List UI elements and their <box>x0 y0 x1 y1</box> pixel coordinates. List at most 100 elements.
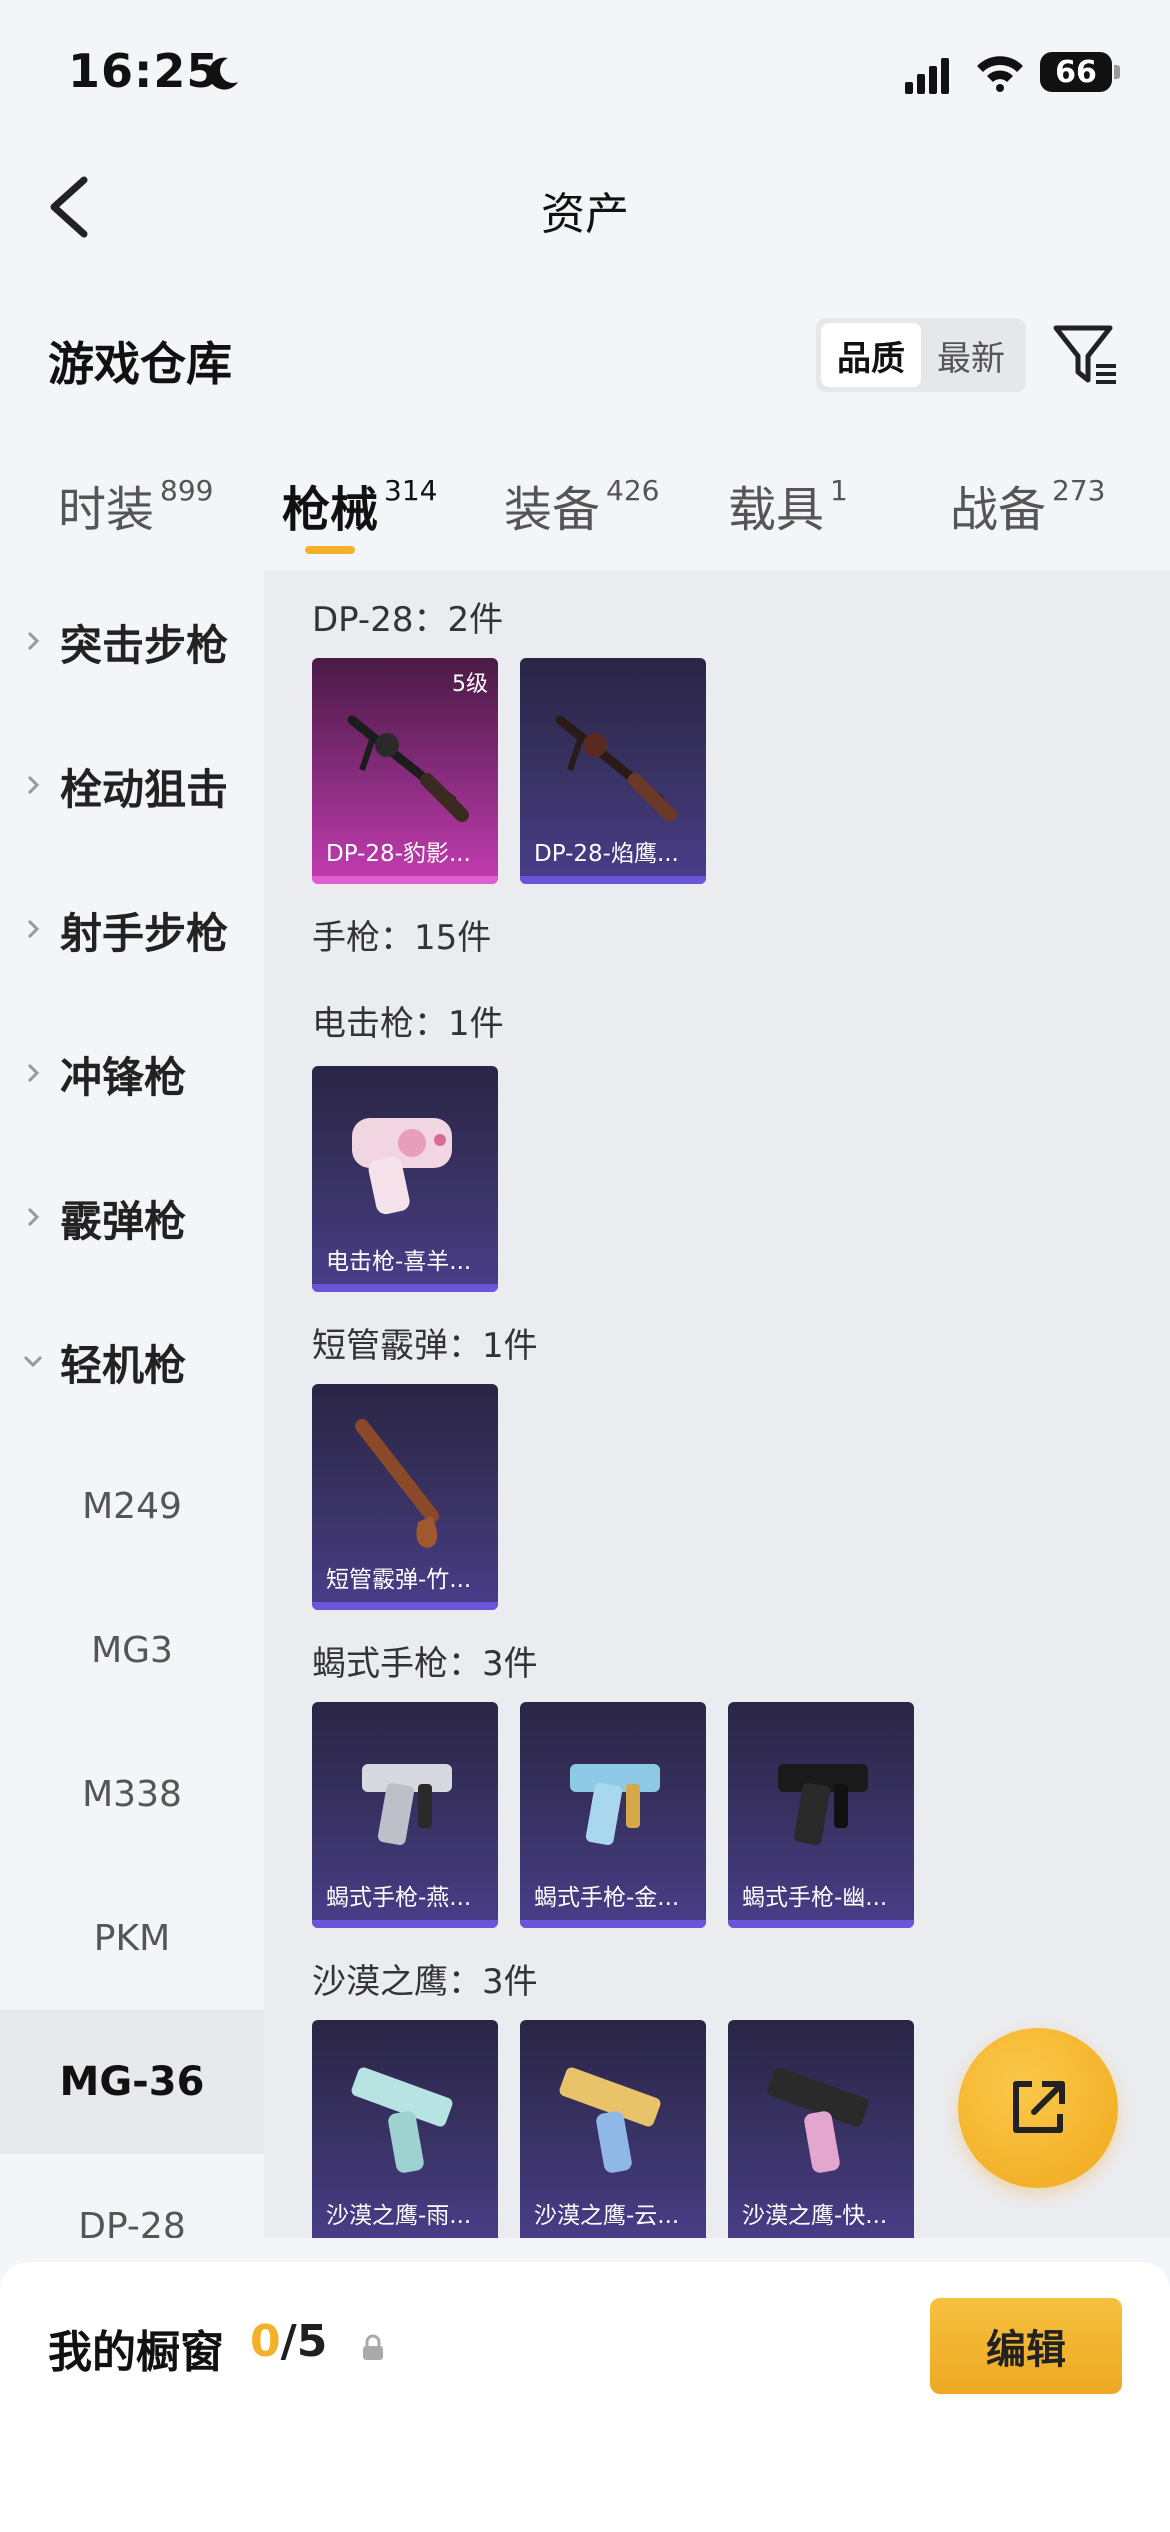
weapon-card[interactable]: 蝎式手枪-幽... <box>728 1702 914 1928</box>
card-name: DP-28-焰鹰... <box>534 841 679 867</box>
wifi-icon <box>977 56 1023 92</box>
sidebar-subitem-pkm[interactable]: PKM <box>0 1866 264 2010</box>
status-bar: 16:25 66 <box>0 0 1170 150</box>
sidebar-item-marksman-rifle[interactable]: 射手步枪 <box>0 858 264 1002</box>
rarity-bar <box>312 1920 498 1928</box>
card-name: 沙漠之鹰-快... <box>742 2203 888 2229</box>
sidebar-subitem-m249[interactable]: M249 <box>0 1434 264 1578</box>
sidebar-item-shotgun[interactable]: 霰弹枪 <box>0 1146 264 1290</box>
showcase-label: 我的橱窗 <box>48 2327 224 2378</box>
weapon-card[interactable]: 蝎式手枪-金... <box>520 1702 706 1928</box>
tab-label: 装备 <box>504 482 601 538</box>
tab-firearms[interactable]: 枪械 314 <box>282 470 437 540</box>
tab-equipment[interactable]: 装备 426 <box>504 470 659 540</box>
edit-button[interactable]: 编辑 <box>930 2298 1122 2394</box>
showcase-current: 0 <box>250 2316 281 2367</box>
chevron-right-icon <box>22 625 60 660</box>
tab-count: 899 <box>160 474 214 507</box>
sidebar-subitem-m338[interactable]: M338 <box>0 1722 264 1866</box>
warehouse-title: 游戏仓库 <box>48 337 232 391</box>
battery-level: 66 <box>1055 54 1097 90</box>
weapon-card[interactable]: 短管霰弹-竹... <box>312 1384 498 1610</box>
sidebar-item-label: 射手步枪 <box>60 908 229 958</box>
section-title: 蝎式手枪：3件 <box>312 1644 538 1684</box>
card-name: 短管霰弹-竹... <box>326 1567 472 1593</box>
rarity-bar <box>520 1920 706 1928</box>
sidebar-subitem-label: PKM <box>93 1917 171 1959</box>
weapon-category-sidebar: 突击步枪 栓动狙击 射手步枪 冲锋枪 霰弹枪 轻机枪 M249 MG3 M338… <box>0 570 264 2238</box>
tab-label: 战备 <box>950 482 1047 538</box>
sidebar-item-lmg[interactable]: 轻机枪 <box>0 1290 264 1434</box>
category-tabs: 时装 899 枪械 314 装备 426 载具 1 战备 273 <box>0 470 1170 580</box>
weapon-card[interactable]: DP-28-焰鹰... <box>520 658 706 884</box>
tab-count: 314 <box>384 474 438 507</box>
section-title: 沙漠之鹰：3件 <box>312 1962 538 2002</box>
weapon-card[interactable]: 电击枪-喜羊... <box>312 1066 498 1292</box>
rarity-bar <box>312 1602 498 1610</box>
card-name: 沙漠之鹰-雨... <box>326 2203 472 2229</box>
sort-option-quality[interactable]: 品质 <box>821 323 921 387</box>
sort-option-latest[interactable]: 最新 <box>921 323 1021 387</box>
weapon-card[interactable]: 沙漠之鹰-快... <box>728 2020 914 2238</box>
tab-fashion[interactable]: 时装 899 <box>58 470 213 540</box>
section-title: 短管霰弹：1件 <box>312 1326 538 1366</box>
rarity-bar <box>520 876 706 884</box>
section-title: 电击枪：1件 <box>312 1004 504 1044</box>
status-time: 16:25 <box>68 44 220 98</box>
sidebar-item-label: 冲锋枪 <box>60 1052 187 1102</box>
sidebar-item-assault-rifle[interactable]: 突击步枪 <box>0 570 264 714</box>
filter-icon[interactable] <box>1052 322 1120 388</box>
sidebar-subitem-label: M249 <box>82 1485 182 1527</box>
card-name: 蝎式手枪-金... <box>534 1885 680 1911</box>
chevron-right-icon <box>22 1057 60 1092</box>
shotgun-icon <box>355 1419 439 1548</box>
moon-icon <box>208 57 238 90</box>
weapon-card[interactable]: 5级 DP-28-豹影... <box>312 658 498 884</box>
lock-icon <box>363 2334 383 2360</box>
stun-gun-icon <box>352 1118 452 1215</box>
sidebar-subitem-label: MG3 <box>91 1629 173 1671</box>
sidebar-item-label: 栓动狙击 <box>60 764 229 814</box>
weapon-card[interactable]: 沙漠之鹰-云... <box>520 2020 706 2238</box>
tab-count: 426 <box>606 474 660 507</box>
pistol-icon <box>351 2067 453 2173</box>
weapon-grid-area: DP-28：2件 5级 DP-28-豹影... DP-28-焰鹰... 手枪：1… <box>264 570 1170 2238</box>
weapon-card[interactable]: 沙漠之鹰-雨... <box>312 2020 498 2238</box>
pistol-icon <box>362 1764 452 1846</box>
sidebar-subitem-label: MG-36 <box>59 2059 205 2105</box>
sidebar-subitem-mg36[interactable]: MG-36 <box>0 2010 264 2154</box>
section-title: 手枪：15件 <box>312 918 492 958</box>
rarity-bar <box>728 1920 914 1928</box>
pistol-icon <box>778 1764 868 1846</box>
tab-tactical[interactable]: 战备 273 <box>950 470 1105 540</box>
rarity-bar <box>312 1284 498 1292</box>
chevron-right-icon <box>22 1201 60 1236</box>
sidebar-subitem-mg3[interactable]: MG3 <box>0 1578 264 1722</box>
chevron-down-icon <box>22 1345 60 1380</box>
sidebar-item-smg[interactable]: 冲锋枪 <box>0 1002 264 1146</box>
showcase-count: 0/5 <box>250 2316 327 2367</box>
weapon-card[interactable]: 蝎式手枪-燕... <box>312 1702 498 1928</box>
sort-toggle: 品质 最新 <box>816 318 1026 392</box>
nav-header: 资产 <box>0 150 1170 270</box>
showcase-total: /5 <box>280 2316 328 2367</box>
card-name: DP-28-豹影... <box>326 841 471 867</box>
sidebar-subitem-dp28[interactable]: DP-28 <box>0 2154 264 2239</box>
share-button[interactable] <box>958 2028 1118 2188</box>
lmg-icon <box>347 715 469 822</box>
rarity-bar <box>312 876 498 884</box>
tab-label: 载具 <box>728 482 825 538</box>
sidebar-item-label: 突击步枪 <box>60 620 229 670</box>
sidebar-item-label: 霰弹枪 <box>60 1196 187 1246</box>
battery-indicator: 66 <box>1040 52 1120 92</box>
card-name: 蝎式手枪-幽... <box>742 1885 888 1911</box>
sidebar-item-bolt-sniper[interactable]: 栓动狙击 <box>0 714 264 858</box>
chevron-right-icon <box>22 769 60 804</box>
share-icon <box>1013 2081 1065 2133</box>
cellular-signal-icon <box>905 58 949 94</box>
tab-vehicles[interactable]: 载具 1 <box>728 470 848 540</box>
pistol-icon <box>570 1764 660 1846</box>
sidebar-subitem-label: M338 <box>82 1773 182 1815</box>
tab-label: 枪械 <box>282 482 379 538</box>
sidebar-subitem-label: DP-28 <box>78 2205 186 2239</box>
